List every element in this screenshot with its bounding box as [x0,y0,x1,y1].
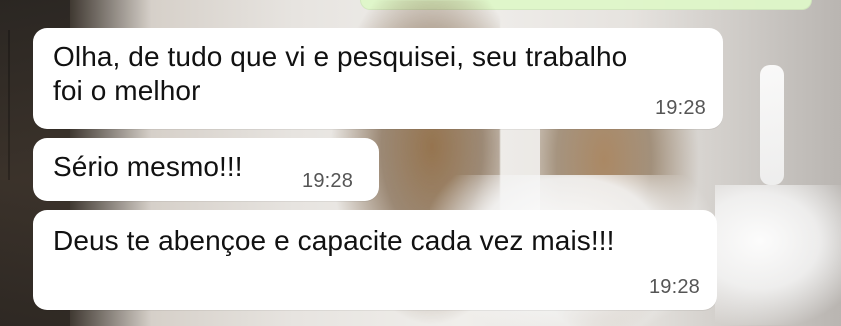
message-time-3: 19:28 [648,276,700,298]
message-time-1: 19:28 [654,97,706,119]
message-text-3: Deus te abençoe e capacite cada vez mais… [53,225,615,256]
wallpaper-cup [760,65,784,185]
wallpaper-plates [715,185,841,325]
message-bubble-1[interactable]: Olha, de tudo que vi e pesquisei, seu tr… [33,28,723,129]
message-text-1: Olha, de tudo que vi e pesquisei, seu tr… [53,41,628,106]
message-bubble-2[interactable]: Sério mesmo!!! 19:28 [33,138,379,201]
wallpaper-divider [8,30,10,180]
message-text-2: Sério mesmo!!! [53,151,243,182]
message-bubble-3[interactable]: Deus te abençoe e capacite cada vez mais… [33,210,717,310]
message-time-2: 19:28 [302,170,354,192]
